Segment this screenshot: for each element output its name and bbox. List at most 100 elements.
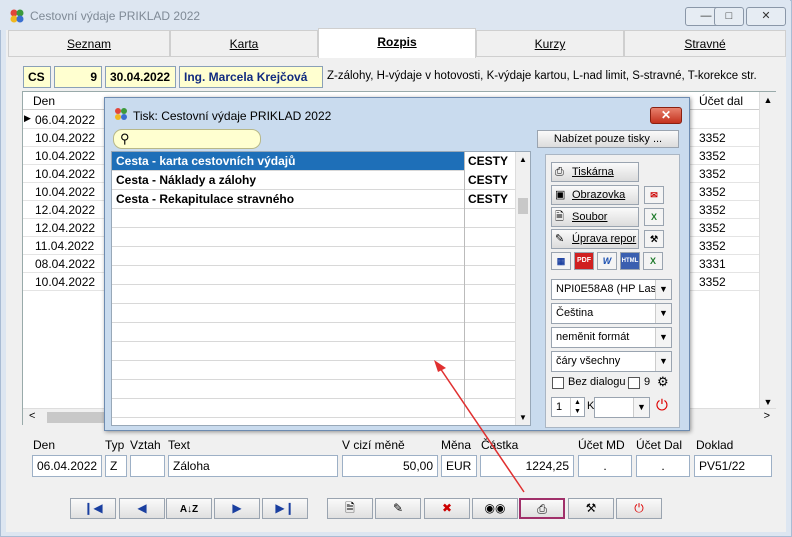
den-field[interactable]: 06.04.2022: [32, 455, 102, 477]
settings-icon[interactable]: ⚙: [657, 374, 669, 390]
tab-rozpis[interactable]: Rozpis: [318, 28, 476, 58]
power-icon: ⏻: [634, 501, 644, 515]
doklad-field[interactable]: PV51/22: [694, 455, 772, 477]
chevron-down-icon: ▼: [655, 280, 671, 299]
mena-field[interactable]: EUR: [441, 455, 477, 477]
report-row[interactable]: Cesta - Rekapitulace stravného CESTY: [112, 190, 516, 209]
offer-only-button[interactable]: Nabízet pouze tisky ...: [537, 130, 679, 148]
label-text: Text: [168, 438, 191, 452]
grid-vscroll[interactable]: ▲ ▼: [759, 92, 776, 410]
file-label: Soubor: [572, 211, 608, 223]
pdf-export-icon[interactable]: PDF: [574, 252, 594, 270]
tab-seznam[interactable]: Seznam: [8, 30, 170, 57]
report-row-empty: [112, 209, 516, 228]
spin-arrows-icon: ▲ ▼: [570, 398, 584, 416]
lines-select[interactable]: čáry všechny ▼: [551, 351, 672, 372]
find-button[interactable]: ◉◉: [472, 498, 518, 519]
report-row-selected[interactable]: Cesta - karta cestovních výdajů CESTY: [112, 152, 516, 171]
lines-value: čáry všechny: [556, 355, 621, 367]
language-value: Čeština: [556, 307, 594, 319]
cizi-mena-field[interactable]: 50,00: [342, 455, 438, 477]
tools-button[interactable]: ⚒: [568, 498, 614, 519]
delete-record-button[interactable]: ✖: [424, 498, 470, 519]
next-icon: ▶: [232, 501, 242, 515]
language-select[interactable]: Čeština ▼: [551, 303, 672, 324]
prev-record-button[interactable]: ◀: [119, 498, 165, 519]
html-export-icon[interactable]: HTML: [620, 252, 640, 270]
ucet-md-field[interactable]: .: [578, 455, 632, 477]
no-dialog-checkbox[interactable]: [552, 377, 564, 389]
delete-icon: ✖: [441, 501, 453, 515]
printer-value: NPI0E58A8 (HP Lase: [556, 283, 663, 295]
format-select[interactable]: neměnit formát ▼: [551, 327, 672, 348]
row-ucet: 3352: [699, 167, 726, 181]
excel-export-icon[interactable]: X: [643, 252, 663, 270]
sort-button[interactable]: A↓Z: [166, 498, 212, 519]
text-field[interactable]: Záloha: [168, 455, 338, 477]
edit-record-button[interactable]: ✎: [375, 498, 421, 519]
typ-field[interactable]: Z: [105, 455, 127, 477]
row-den: 10.04.2022: [35, 185, 96, 199]
k-select[interactable]: ▼: [594, 397, 650, 418]
print-button[interactable]: ⎙: [519, 498, 565, 519]
dialog-title: Tisk: Cestovní výdaje PRIKLAD 2022: [133, 109, 332, 123]
dialog-close-button[interactable]: ✕: [650, 107, 682, 124]
edit-icon: ✎: [392, 501, 404, 515]
dialog-title-bar: Tisk: Cestovní výdaje PRIKLAD 2022 ✕: [105, 98, 689, 124]
report-tag: CESTY: [464, 190, 516, 209]
screen-button[interactable]: ▣ Obrazovka: [551, 185, 639, 205]
last-icon: ▶❙: [275, 501, 295, 515]
new-record-button[interactable]: 🗎: [327, 498, 373, 519]
date-field: 30.04.2022: [105, 66, 176, 88]
print-options-panel: ⎙ Tiskárna ▣ Obrazovka ✉ 🗎 Soubor X ✎ Úp…: [545, 154, 680, 428]
first-record-button[interactable]: ❙◀: [70, 498, 116, 519]
table-export-icon[interactable]: ▦: [551, 252, 571, 270]
copies-stepper[interactable]: 1 ▲ ▼: [551, 397, 585, 417]
tab-karta[interactable]: Karta: [170, 30, 318, 57]
printer-select[interactable]: NPI0E58A8 (HP Lase ▼: [551, 279, 672, 300]
printer-icon: ⎙: [555, 166, 564, 178]
row-ucet: 3331: [699, 257, 726, 271]
row-den: 12.04.2022: [35, 221, 96, 235]
report-search-input[interactable]: ⚲: [113, 129, 261, 149]
row-ucet: 3352: [699, 131, 726, 145]
report-row-empty: [112, 228, 516, 247]
power-icon[interactable]: ⏻: [656, 397, 668, 414]
printer-icon: ⎙: [537, 502, 547, 516]
next-record-button[interactable]: ▶: [214, 498, 260, 519]
chevron-down-icon: ▼: [655, 352, 671, 371]
email-icon[interactable]: ✉: [644, 186, 664, 204]
binoculars-icon: ◉◉: [484, 501, 506, 515]
tab-stravne[interactable]: Stravné: [624, 30, 786, 57]
no-dialog-label: Bez dialogu: [568, 376, 626, 388]
vztah-field[interactable]: [130, 455, 165, 477]
printer-button[interactable]: ⎙ Tiskárna: [551, 162, 639, 182]
close-button[interactable]: ✕: [746, 7, 786, 26]
report-design-icon[interactable]: ⚒: [644, 230, 664, 248]
ucet-dal-field[interactable]: .: [636, 455, 690, 477]
report-row[interactable]: Cesta - Náklady a zálohy CESTY: [112, 171, 516, 190]
chevron-down-icon: ▼: [655, 328, 671, 347]
maximize-button[interactable]: □: [714, 7, 744, 26]
row-den: 10.04.2022: [35, 167, 96, 181]
tab-kurzy[interactable]: Kurzy: [476, 30, 624, 57]
edit-report-button[interactable]: ✎ Úprava repor: [551, 229, 639, 249]
row-den: 11.04.2022: [35, 239, 95, 253]
exit-button[interactable]: ⏻: [616, 498, 662, 519]
report-list-scrollbar[interactable]: ▲ ▼: [515, 152, 530, 425]
file-button[interactable]: 🗎 Soubor: [551, 207, 639, 227]
row-ucet: 3352: [699, 203, 726, 217]
window-title: Cestovní výdaje PRIKLAD 2022: [30, 9, 201, 23]
col-ucet-dal: Účet dal: [699, 94, 744, 108]
castka-field[interactable]: 1224,25: [480, 455, 574, 477]
word-export-icon[interactable]: W: [597, 252, 617, 270]
report-row-empty: [112, 361, 516, 380]
copies-checkbox[interactable]: [628, 377, 640, 389]
last-record-button[interactable]: ▶❙: [262, 498, 308, 519]
row-ucet: 3352: [699, 221, 726, 235]
row-den: 12.04.2022: [35, 203, 96, 217]
new-document-icon: 🗎: [345, 501, 355, 515]
excel-icon[interactable]: X: [644, 208, 664, 226]
app-flower-icon: [10, 9, 24, 23]
edit-report-label: Úprava repor: [572, 233, 637, 245]
